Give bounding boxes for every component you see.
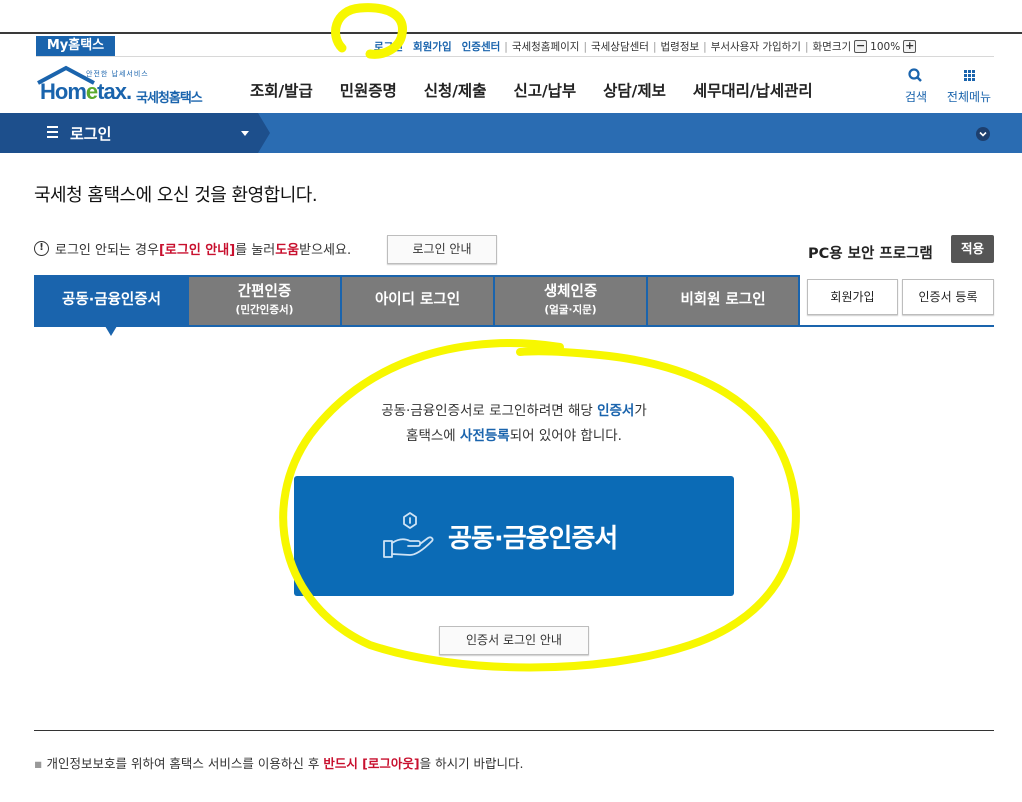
welcome-heading: 국세청 홈택스에 오신 것을 환영합니다.: [34, 185, 318, 206]
join-link[interactable]: 회원가입: [413, 39, 452, 54]
location-dropdown[interactable]: [0, 113, 258, 153]
utility-links: 로그인 회원가입 인증센터 | 국세청홈페이지 | 국세상담센터 | 법령정보 …: [374, 39, 919, 54]
tab-guest-login[interactable]: 비회원 로그인: [648, 277, 798, 327]
separator: |: [583, 40, 587, 53]
bullet: ▪: [34, 756, 43, 771]
login-guide-button[interactable]: 로그인 안내: [387, 235, 497, 264]
separator: |: [804, 40, 809, 53]
nav-item-civil-cert[interactable]: 민원증명: [340, 79, 397, 101]
all-menu-button[interactable]: 전체메뉴: [943, 67, 995, 105]
nav-item-inquiry[interactable]: 조회/발급: [250, 79, 313, 101]
hometax-logo[interactable]: 안전한 납세서비스 Hometax. 국세청홈택스: [36, 65, 216, 106]
location-arrow: [258, 113, 270, 153]
zoom-in-button[interactable]: +: [903, 40, 917, 53]
notice-text: 로그인 안되는 경우: [55, 243, 159, 258]
logo-tagline: 안전한 납세서비스: [86, 70, 149, 78]
nav-item-apply[interactable]: 신청/제출: [424, 79, 487, 101]
grid-menu-icon: [964, 70, 975, 81]
cert-link[interactable]: 인증서: [597, 403, 634, 419]
law-info-link[interactable]: 법령정보: [661, 39, 700, 54]
chevron-down-icon[interactable]: [241, 131, 249, 136]
logout-notice: ▪ 개인정보보호를 위하여 홈택스 서비스를 이용하신 후 반드시 [로그아웃]을…: [34, 756, 524, 771]
tab-label: 간편인증: [237, 284, 292, 300]
search-icon: [908, 68, 922, 82]
circle-chevron-down-icon[interactable]: [975, 126, 991, 142]
separator: |: [652, 40, 657, 53]
tab-label: 공동·금융인증서: [62, 292, 161, 308]
notice-text: 를 눌러: [235, 243, 276, 258]
utility-bar: My홈택스 로그인 회원가입 인증센터 | 국세청홈페이지 | 국세상담센터 |…: [0, 34, 1022, 56]
pre-register-link[interactable]: 사전등록: [460, 428, 510, 444]
tab-underline: [34, 325, 994, 327]
tab-label: 생체인증: [543, 284, 598, 300]
pc-security-label: PC용 보안 프로그램: [808, 246, 933, 262]
tab-joint-cert[interactable]: 공동·금융인증서: [36, 277, 187, 327]
main-header: 안전한 납세서비스 Hometax. 국세청홈택스 조회/발급 민원증명 신청/…: [0, 57, 1022, 113]
hamburger-icon: [47, 126, 58, 138]
tab-label: 아이디 로그인: [374, 292, 461, 308]
search-label: 검색: [904, 90, 928, 104]
location-title: 로그인: [70, 125, 112, 143]
tab-sublabel: (민간인증서): [235, 304, 294, 316]
notice-text: 받으세요.: [299, 243, 352, 258]
separator: |: [703, 40, 707, 53]
joint-cert-login-button[interactable]: 공동·금융인증서: [294, 476, 734, 596]
all-menu-label: 전체메뉴: [946, 90, 992, 104]
tab-biometric[interactable]: 생체인증 (얼굴·지문): [495, 277, 646, 327]
location-bar: 로그인: [0, 113, 1022, 153]
help-text: 도움: [275, 243, 300, 258]
zoom-out-button[interactable]: −: [854, 40, 868, 53]
logout-emphasis: 반드시 [로그아웃]: [323, 756, 420, 771]
zoom-value: 100%: [870, 40, 901, 53]
hand-certificate-icon: [383, 512, 434, 558]
logo-korean: 국세청홈택스: [136, 91, 203, 106]
nav-item-consult[interactable]: 상담/제보: [603, 79, 666, 101]
my-hometax-tab[interactable]: My홈택스: [36, 36, 115, 56]
cert-register-button[interactable]: 인증서 등록: [902, 279, 994, 315]
separator: |: [504, 40, 508, 53]
cert-info-text: 공동·금융인증서로 로그인하려면 해당 인증서가 홈택스에 사전등록되어 있어야…: [381, 403, 647, 444]
apply-button[interactable]: 적용: [951, 235, 994, 263]
login-tabs: 공동·금융인증서 간편인증 (민간인증서) 아이디 로그인 생체인증 (얼굴·지문)…: [34, 275, 800, 327]
tab-simple-auth[interactable]: 간편인증 (민간인증서): [189, 277, 340, 327]
joint-cert-button-label: 공동·금융인증서: [448, 524, 618, 554]
tab-sublabel: (얼굴·지문): [544, 304, 597, 316]
join-button[interactable]: 회원가입: [807, 279, 898, 315]
dept-user-join-link[interactable]: 부서사용자 가입하기: [711, 39, 801, 54]
exclamation-icon: !: [34, 241, 49, 256]
login-notice: ! 로그인 안되는 경우 [로그인 안내] 를 눌러 도움 받으세요.: [34, 239, 351, 258]
tab-id-login[interactable]: 아이디 로그인: [342, 277, 493, 327]
cert-login-guide-button[interactable]: 인증서 로그인 안내: [439, 626, 589, 655]
tab-label: 비회원 로그인: [680, 292, 766, 308]
divider: [34, 730, 994, 731]
nts-homepage-link[interactable]: 국세청홈페이지: [512, 39, 580, 54]
logo-wordmark: Hometax.: [40, 79, 132, 104]
login-link[interactable]: 로그인: [374, 39, 403, 54]
search-button[interactable]: 검색: [890, 67, 942, 105]
active-tab-pointer: [105, 326, 117, 336]
nav-item-report-pay[interactable]: 신고/납부: [513, 79, 576, 101]
consult-center-link[interactable]: 국세상담센터: [591, 39, 649, 54]
screen-size-label: 화면크기: [812, 41, 852, 53]
login-guide-link[interactable]: [로그인 안내]: [159, 239, 235, 258]
nav-item-tax-agent[interactable]: 세무대리/납세관리: [693, 79, 813, 101]
global-nav: 조회/발급 민원증명 신청/제출 신고/납부 상담/제보 세무대리/납세관리: [250, 79, 813, 101]
cert-center-link[interactable]: 인증센터: [462, 39, 501, 54]
